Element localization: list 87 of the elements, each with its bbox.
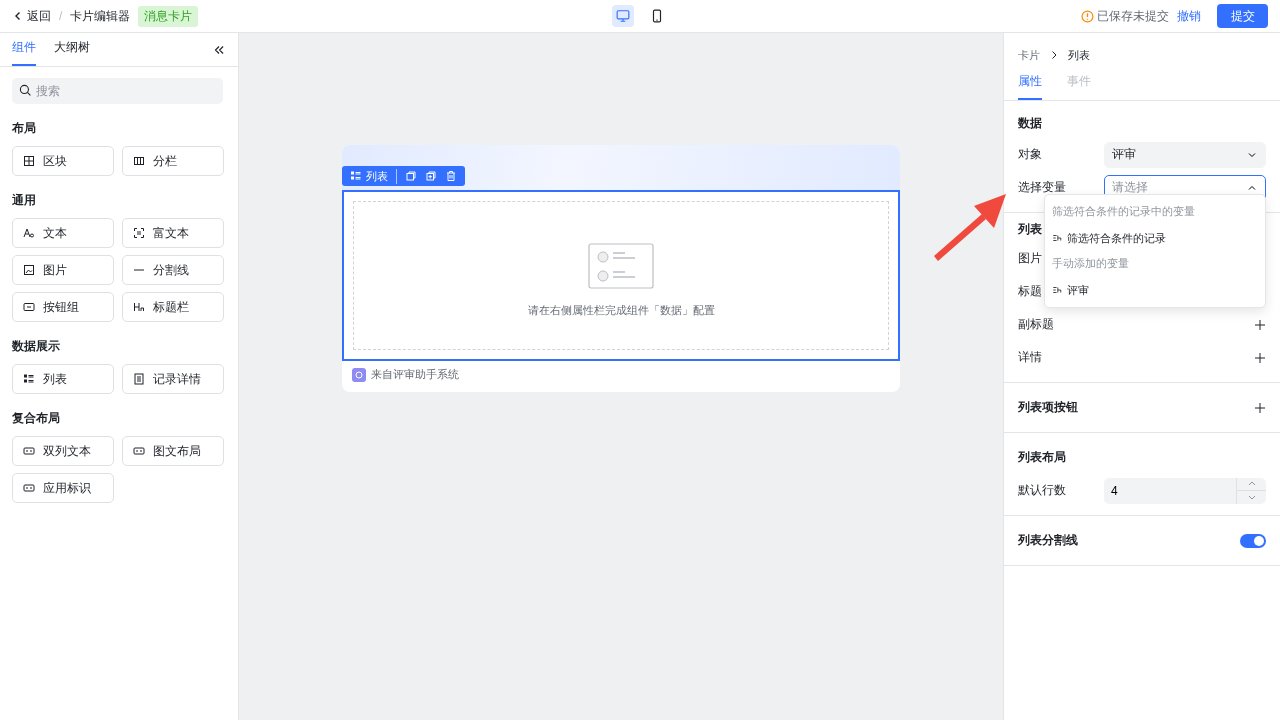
grid-icon <box>23 155 35 167</box>
group-title: 通用 <box>12 192 37 209</box>
add-button[interactable] <box>1254 351 1266 364</box>
breadcrumb-item[interactable]: 卡片 <box>1018 47 1040 63</box>
select-field[interactable]: 评审 <box>1104 141 1266 168</box>
font-icon <box>23 227 35 239</box>
add-button[interactable] <box>1254 318 1266 331</box>
property-tab[interactable]: 属性 <box>1018 73 1042 100</box>
revoke-link[interactable]: 撤销 <box>1177 7 1201 25</box>
breadcrumb-item: 列表 <box>1068 47 1090 63</box>
copy-icon <box>405 170 417 182</box>
group-label: 手动添加的变量 <box>1051 256 1130 271</box>
component-item[interactable]: 按钮组 <box>12 292 114 322</box>
add-button[interactable] <box>1254 401 1266 414</box>
component-item[interactable]: 分栏 <box>122 146 224 176</box>
duplicate-icon <box>425 170 437 182</box>
card-icon <box>23 445 35 457</box>
section-title: 数据 <box>1018 115 1043 132</box>
component-item[interactable]: 双列文本 <box>12 436 114 466</box>
component-item[interactable]: 应用标识 <box>12 473 114 503</box>
item-label: 筛选符合条件的记录 <box>1067 230 1166 246</box>
card-icon <box>133 445 145 457</box>
number-field[interactable]: 4 <box>1104 477 1236 504</box>
section-title: 列表项按钮 <box>1018 399 1078 416</box>
chevron-up-icon <box>1247 481 1256 487</box>
item-label: 评审 <box>1067 282 1089 298</box>
variable-icon <box>1052 233 1062 243</box>
list-icon <box>23 373 35 385</box>
component-item[interactable]: 文本 <box>12 218 114 248</box>
columns-icon <box>133 155 145 167</box>
field-label: 对象 <box>1018 146 1042 163</box>
plus-icon <box>1254 401 1266 414</box>
search-field[interactable]: 搜索 <box>12 78 223 104</box>
button-icon <box>23 301 35 313</box>
card-icon <box>23 482 35 494</box>
card-tag: 消息卡片 <box>138 5 199 27</box>
component-item[interactable]: 标题栏 <box>122 292 224 322</box>
field-label: 副标题 <box>1018 316 1054 333</box>
component-item[interactable]: 记录详情 <box>122 364 224 394</box>
component-label: 列表 <box>350 168 397 184</box>
image-icon <box>23 264 35 276</box>
group-title: 数据展示 <box>12 338 61 355</box>
desktop-button[interactable] <box>612 5 634 27</box>
trash-icon <box>445 170 457 182</box>
panel-tab[interactable]: 组件 <box>12 39 36 66</box>
section-title: 列表分割线 <box>1018 532 1078 549</box>
component-item[interactable]: 图文布局 <box>122 436 224 466</box>
group-title: 复合布局 <box>12 410 61 427</box>
component-item[interactable]: 分割线 <box>122 255 224 285</box>
variable-icon <box>1052 285 1062 295</box>
component-item[interactable]: 图片 <box>12 255 114 285</box>
list-icon <box>350 170 362 182</box>
panel-tab[interactable]: 大纲树 <box>54 39 90 66</box>
field-label: 默认行数 <box>1018 482 1066 499</box>
component-item[interactable]: 富文本 <box>122 218 224 248</box>
plus-icon <box>1254 351 1266 364</box>
component-item[interactable]: 区块 <box>12 146 114 176</box>
field-label: 选择变量 <box>1018 179 1066 196</box>
submit-button[interactable]: 提交 <box>1217 4 1268 28</box>
phone-icon <box>650 9 664 23</box>
group-title: 布局 <box>12 120 37 137</box>
back-button[interactable]: 返回 <box>12 7 51 25</box>
toggle-switch[interactable] <box>1240 533 1266 548</box>
chevron-down-icon <box>1247 494 1256 500</box>
group-label: 筛选符合条件的记录中的变量 <box>1051 204 1196 219</box>
document-icon <box>133 373 145 385</box>
monitor-icon <box>616 9 630 23</box>
plus-icon <box>1254 318 1266 331</box>
scan-text-icon <box>133 227 145 239</box>
editor-title: 卡片编辑器 <box>70 7 131 25</box>
field-label: 详情 <box>1018 349 1042 366</box>
save-status: 已保存未提交 <box>1097 7 1169 25</box>
section-title: 列表 <box>1018 221 1043 238</box>
card-footer: 来自评审助手系统 <box>371 367 459 382</box>
dropdown-item[interactable]: 筛选符合条件的记录 <box>1045 225 1265 251</box>
separator: / <box>59 9 63 23</box>
warning-icon <box>1081 9 1094 23</box>
empty-hint: 请在右侧属性栏完成组件「数据」配置 <box>527 303 715 318</box>
section-title: 列表布局 <box>1018 449 1066 466</box>
empty-list-drawing <box>588 243 654 289</box>
component-item[interactable]: 列表 <box>12 364 114 394</box>
field-label: 图片 <box>1018 250 1042 267</box>
dropdown-item[interactable]: 评审 <box>1045 277 1265 303</box>
app-icon <box>352 367 366 382</box>
selected-list[interactable]: 请在右侧属性栏完成组件「数据」配置 <box>342 190 900 361</box>
field-label: 标题 <box>1018 283 1042 300</box>
heading-icon <box>133 301 145 313</box>
